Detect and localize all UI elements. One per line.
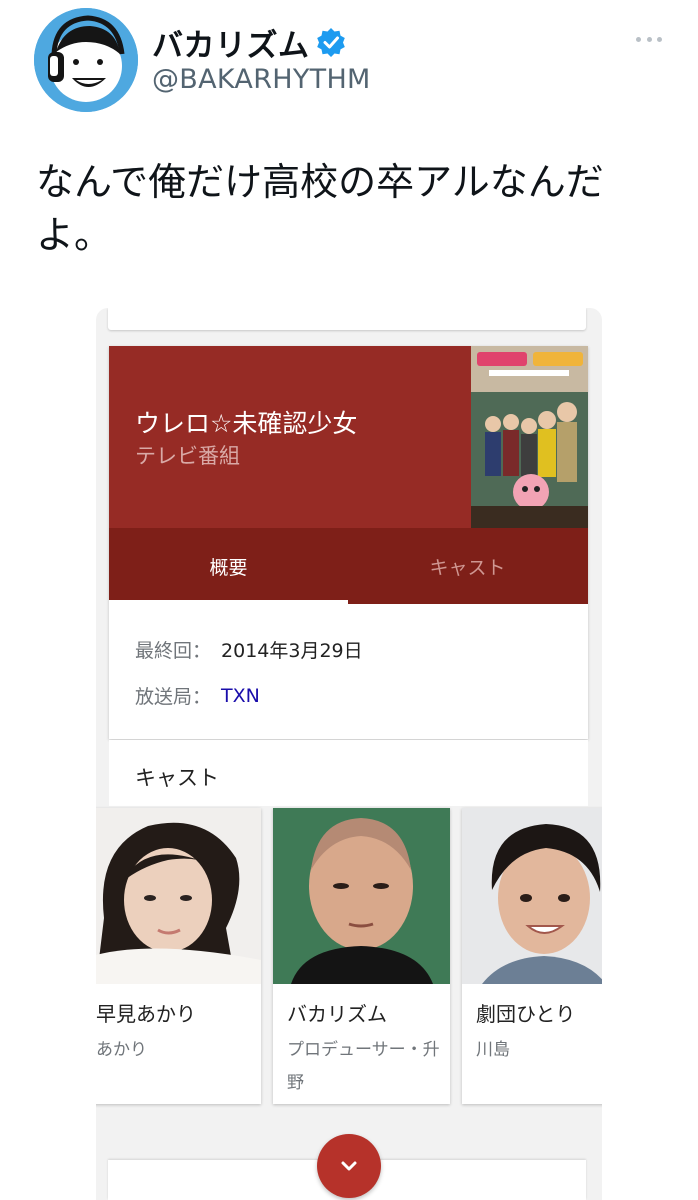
cast-name: 劇団ひとり bbox=[476, 1002, 576, 1026]
tab-overview[interactable]: 概要 bbox=[109, 528, 348, 604]
show-title[interactable]: ウレロ☆未確認少女 bbox=[135, 404, 357, 440]
tweet-text: なんで俺だけ高校の卒アルなんだよ。 bbox=[36, 160, 604, 257]
more-dot bbox=[636, 36, 641, 42]
show-tabs: 概要 キャスト bbox=[109, 528, 588, 604]
author-name-row[interactable]: バカリズム bbox=[152, 20, 346, 65]
show-type: テレビ番組 bbox=[135, 444, 240, 468]
info-value: 2014年3月29日 bbox=[221, 640, 363, 662]
cast-photo bbox=[462, 808, 602, 984]
cast-role: あかり bbox=[96, 1040, 147, 1060]
cast-card[interactable]: バカリズム プロデューサー・升野 bbox=[273, 808, 450, 1104]
more-dot bbox=[646, 36, 652, 42]
cast-role: 川島 bbox=[476, 1040, 510, 1060]
cast-name: 早見あかり bbox=[96, 1002, 196, 1026]
info-row-final-episode: 最終回： 2014年3月29日 bbox=[135, 636, 363, 663]
cast-role: プロデューサー・升野 bbox=[287, 1040, 440, 1093]
author-handle[interactable]: @BAKARHYTHM bbox=[152, 64, 371, 95]
card-top-strip bbox=[108, 308, 586, 330]
tab-cast[interactable]: キャスト bbox=[348, 528, 587, 604]
cast-heading: キャスト bbox=[135, 766, 219, 790]
expand-button[interactable] bbox=[317, 1134, 381, 1198]
chevron-down-icon bbox=[341, 1161, 357, 1171]
verified-badge-icon bbox=[316, 27, 346, 57]
cast-section-header: キャスト bbox=[109, 740, 588, 806]
cast-photo bbox=[273, 808, 450, 984]
cast-name: バカリズム bbox=[287, 1002, 387, 1026]
info-label: 放送局： bbox=[135, 686, 212, 708]
cast-photo bbox=[96, 808, 261, 984]
info-label: 最終回： bbox=[135, 640, 212, 662]
user-avatar[interactable] bbox=[34, 8, 138, 112]
more-dot bbox=[657, 36, 662, 42]
cast-card[interactable]: 早見あかり あかり bbox=[96, 808, 261, 1104]
show-hero: ウレロ☆未確認少女 テレビ番組 bbox=[109, 346, 588, 528]
info-row-network: 放送局： TXN bbox=[135, 682, 260, 709]
network-link[interactable]: TXN bbox=[221, 685, 260, 707]
show-poster-image[interactable] bbox=[471, 346, 588, 528]
author-display-name[interactable]: バカリズム bbox=[152, 20, 310, 65]
cast-card[interactable]: 劇団ひとり 川島 bbox=[462, 808, 602, 1104]
show-panel: ウレロ☆未確認少女 テレビ番組 概要 キャスト 最終回： 2014年3月29日 … bbox=[109, 346, 588, 739]
embedded-search-card: ウレロ☆未確認少女 テレビ番組 概要 キャスト 最終回： 2014年3月29日 … bbox=[96, 308, 602, 1200]
active-tab-indicator bbox=[109, 600, 348, 604]
avatar-headphones-face-icon bbox=[34, 8, 138, 112]
more-options-icon[interactable] bbox=[636, 30, 662, 48]
